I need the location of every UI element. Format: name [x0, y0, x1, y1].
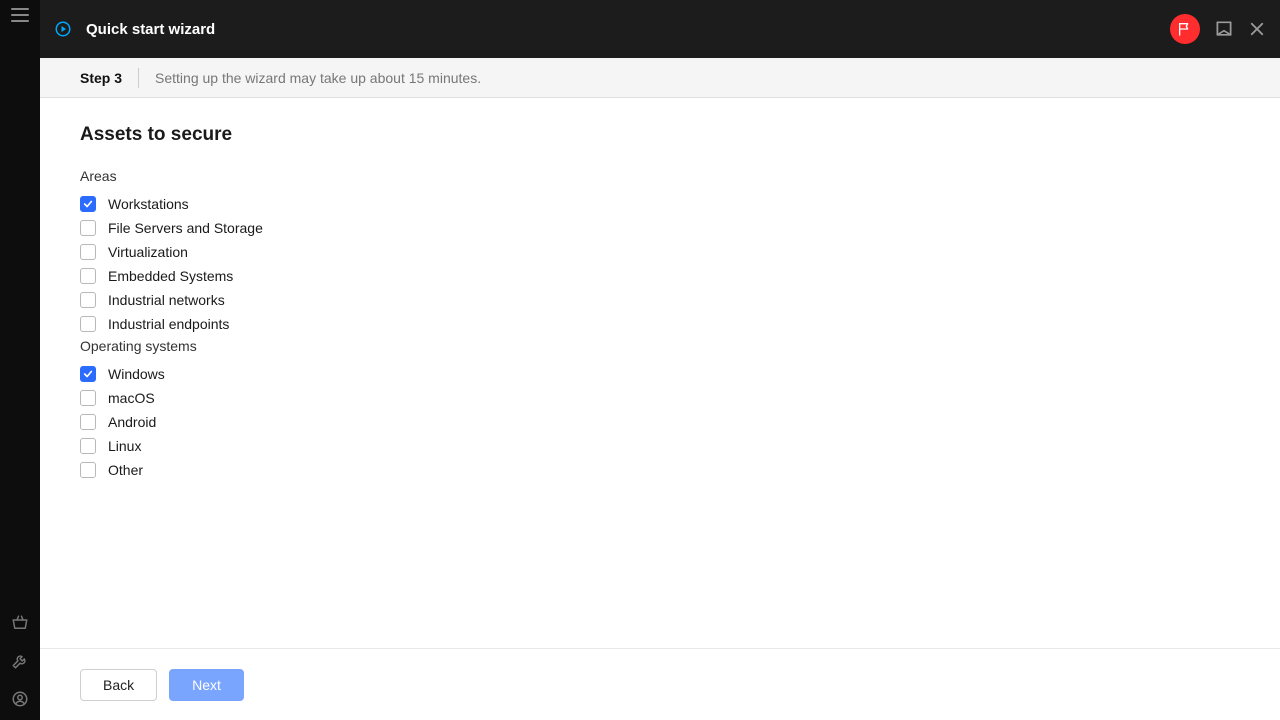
area-checkbox[interactable]	[80, 268, 96, 284]
account-icon[interactable]	[11, 690, 29, 708]
area-label: File Servers and Storage	[108, 220, 263, 236]
basket-icon[interactable]	[11, 614, 29, 632]
left-rail	[0, 0, 40, 720]
os-row[interactable]: Other	[80, 458, 1240, 482]
footer: Back Next	[40, 648, 1280, 720]
step-bar: Step 3 Setting up the wizard may take up…	[40, 58, 1280, 98]
area-label: Virtualization	[108, 244, 188, 260]
os-row[interactable]: Android	[80, 410, 1240, 434]
area-row[interactable]: Workstations	[80, 192, 1240, 216]
next-button[interactable]: Next	[169, 669, 244, 701]
area-row[interactable]: Virtualization	[80, 240, 1240, 264]
os-checkbox[interactable]	[80, 366, 96, 382]
area-label: Embedded Systems	[108, 268, 233, 284]
area-row[interactable]: Industrial networks	[80, 288, 1240, 312]
step-subtitle: Setting up the wizard may take up about …	[155, 70, 481, 86]
section-title: Assets to secure	[80, 124, 1240, 146]
wrench-icon[interactable]	[11, 652, 29, 670]
close-icon[interactable]	[1248, 20, 1266, 38]
area-label: Industrial networks	[108, 292, 225, 308]
wizard-icon	[54, 20, 72, 38]
feedback-flag-button[interactable]	[1170, 14, 1200, 44]
content: Assets to secure Areas Workstations File …	[40, 98, 1280, 648]
os-row[interactable]: macOS	[80, 386, 1240, 410]
area-label: Industrial endpoints	[108, 316, 229, 332]
back-button[interactable]: Back	[80, 669, 157, 701]
os-label: Windows	[108, 366, 165, 382]
os-label: Linux	[108, 438, 141, 454]
area-row[interactable]: Embedded Systems	[80, 264, 1240, 288]
os-label: macOS	[108, 390, 155, 406]
menu-icon[interactable]	[11, 8, 29, 22]
main: Quick start wizard Step 3 Setting up the…	[40, 0, 1280, 720]
os-row[interactable]: Windows	[80, 362, 1240, 386]
area-label: Workstations	[108, 196, 189, 212]
os-row[interactable]: Linux	[80, 434, 1240, 458]
areas-group-label: Areas	[80, 168, 1240, 184]
os-checkbox[interactable]	[80, 390, 96, 406]
bookmark-icon[interactable]	[1214, 19, 1234, 39]
area-checkbox[interactable]	[80, 316, 96, 332]
area-row[interactable]: Industrial endpoints	[80, 312, 1240, 336]
step-divider	[138, 68, 139, 88]
os-checkbox[interactable]	[80, 462, 96, 478]
os-checkbox[interactable]	[80, 438, 96, 454]
os-label: Other	[108, 462, 143, 478]
os-checkbox[interactable]	[80, 414, 96, 430]
area-checkbox[interactable]	[80, 196, 96, 212]
area-checkbox[interactable]	[80, 220, 96, 236]
area-checkbox[interactable]	[80, 244, 96, 260]
step-label: Step 3	[80, 70, 122, 86]
page-title: Quick start wizard	[86, 21, 215, 38]
header: Quick start wizard	[40, 0, 1280, 58]
area-checkbox[interactable]	[80, 292, 96, 308]
os-group-label: Operating systems	[80, 338, 1240, 354]
os-label: Android	[108, 414, 156, 430]
area-row[interactable]: File Servers and Storage	[80, 216, 1240, 240]
